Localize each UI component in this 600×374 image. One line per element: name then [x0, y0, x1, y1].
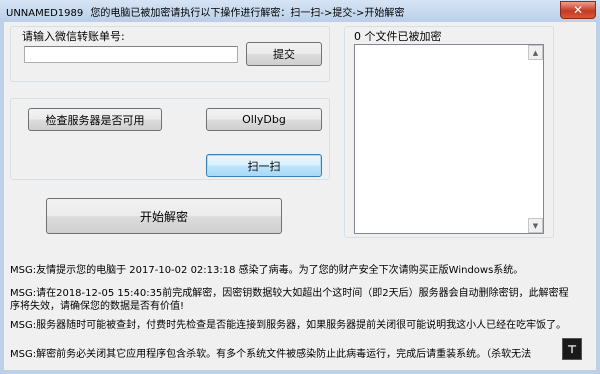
title-bar[interactable]: UNNAMED1989 您的电脑已被加密请执行以下操作进行解密：扫一扫->提交-… [0, 0, 600, 22]
start-decrypt-button[interactable]: 开始解密 [46, 198, 282, 234]
submit-label: 提交 [273, 48, 295, 61]
start-decrypt-label: 开始解密 [139, 209, 188, 224]
wechat-label: 请输入微信转账单号: [22, 30, 125, 43]
scroll-up-icon: ▲ [532, 48, 539, 57]
encrypted-count-label: 0 个文件已被加密 [354, 30, 442, 43]
tray-app-icon[interactable]: ⊤ [562, 338, 582, 360]
app-icon: ⊤ [566, 342, 578, 356]
window-title: UNNAMED1989 您的电脑已被加密请执行以下操作进行解密：扫一扫->提交-… [6, 4, 404, 19]
list-scroll-down[interactable]: ▼ [528, 218, 543, 233]
ollydbg-button[interactable]: OllyDbg [206, 108, 322, 131]
list-scroll-up[interactable]: ▲ [528, 45, 543, 60]
check-server-button[interactable]: 检查服务器是否可用 [28, 108, 162, 131]
window-title-name: UNNAMED1989 [6, 8, 84, 19]
message-line: MSG:服务器随时可能被查封，付费时先检查是否能连接到服务器，如果服务器提前关闭… [10, 320, 567, 331]
close-button[interactable]: ✕ [560, 1, 596, 19]
wechat-transfer-input[interactable] [24, 46, 238, 63]
app-window: UNNAMED1989 您的电脑已被加密请执行以下操作进行解密：扫一扫->提交-… [0, 0, 600, 374]
message-line: MSG:友情提示您的电脑于 2017-10-02 02:13:18 感染了病毒。… [10, 265, 524, 276]
scan-label: 扫一扫 [247, 159, 281, 173]
scroll-down-icon: ▼ [532, 221, 539, 230]
message-line: MSG:请在2018-12-05 15:40:35前完成解密，因密钥数据较大如超… [10, 288, 569, 312]
client-area: 请输入微信转账单号: 提交 检查服务器是否可用 OllyDbg 扫一扫 开始解密… [4, 22, 596, 370]
scan-button[interactable]: 扫一扫 [206, 154, 322, 177]
window-title-message: 您的电脑已被加密请执行以下操作进行解密：扫一扫->提交->开始解密 [90, 8, 405, 19]
submit-button[interactable]: 提交 [246, 42, 322, 66]
ollydbg-label: OllyDbg [242, 113, 286, 126]
close-icon: ✕ [572, 3, 584, 17]
check-server-label: 检查服务器是否可用 [45, 113, 145, 127]
encrypted-files-list[interactable] [354, 44, 544, 234]
message-line: MSG:解密前务必关闭其它应用程序包含杀软。有多个系统文件被感染防止此病毒运行，… [10, 349, 532, 360]
